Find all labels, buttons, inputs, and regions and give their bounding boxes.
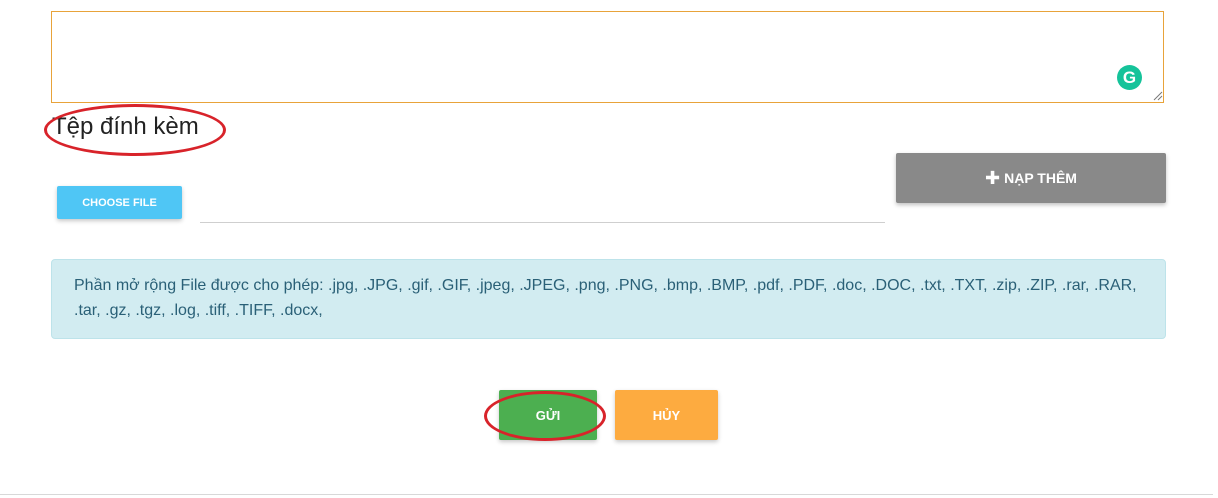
allowed-extensions-alert: Phần mở rộng File được cho phép: .jpg, .… — [51, 259, 1166, 339]
message-textarea[interactable] — [51, 11, 1164, 103]
cancel-button[interactable]: HỦY — [615, 390, 718, 440]
plus-icon: ✚ — [985, 168, 1001, 188]
bottom-divider — [0, 494, 1213, 495]
add-more-button[interactable]: ✚ NẠP THÊM — [896, 153, 1166, 203]
choose-file-button[interactable]: CHOOSE FILE — [57, 186, 182, 219]
attachments-heading: Tệp đính kèm — [52, 113, 199, 140]
grammarly-icon[interactable]: G — [1117, 65, 1142, 90]
resize-grip-icon[interactable] — [1152, 90, 1163, 101]
file-path-input[interactable] — [200, 196, 885, 223]
add-more-label: NẠP THÊM — [1004, 170, 1077, 186]
submit-button[interactable]: GỬI — [499, 390, 597, 440]
